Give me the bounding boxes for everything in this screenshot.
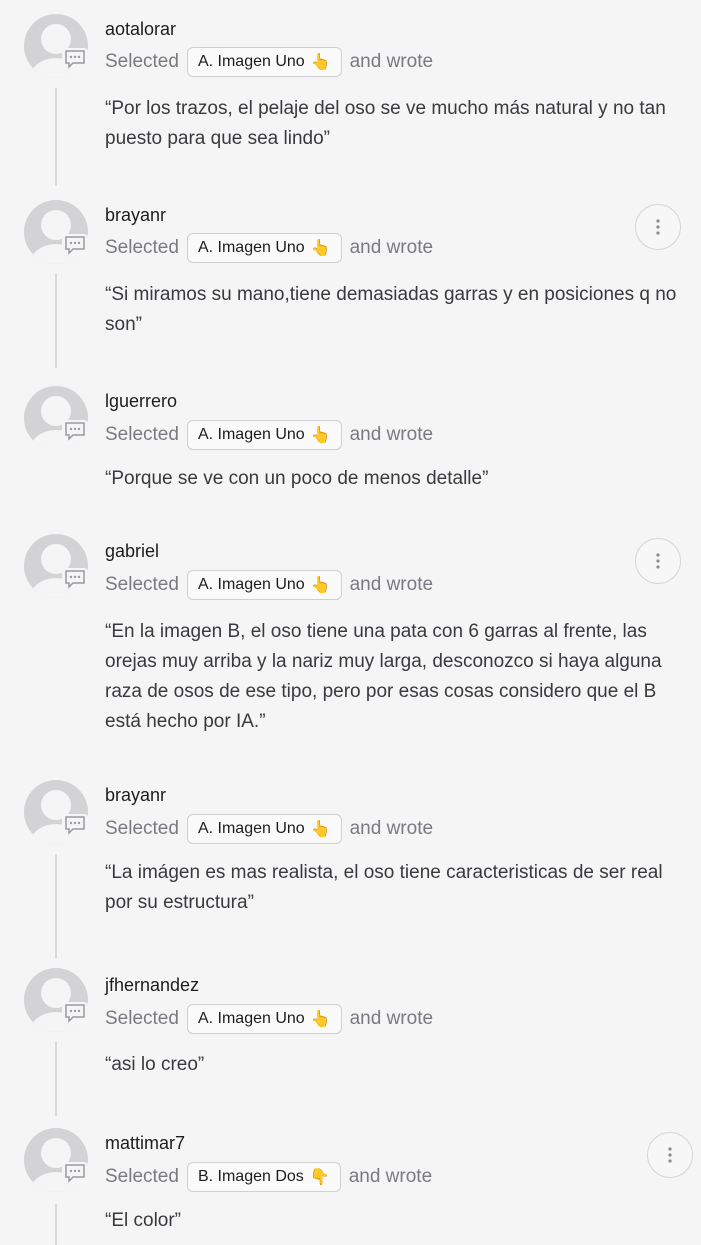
- pointing-up-hand-icon: 👆: [310, 54, 331, 71]
- comment-text: “Por los trazos, el pelaje del oso se ve…: [105, 98, 666, 149]
- thread-line: [55, 854, 57, 958]
- thread-line: [55, 88, 57, 186]
- selected-label: Selected: [105, 424, 179, 445]
- choice-chip[interactable]: A. Imagen Uno 👆: [186, 1004, 342, 1034]
- username[interactable]: aotalorar: [105, 18, 176, 40]
- avatar[interactable]: [24, 1128, 88, 1192]
- avatar[interactable]: [24, 968, 88, 1032]
- comment-bubble-icon: [62, 420, 88, 442]
- selection-row: Selected A. Imagen Uno 👆 and wrote: [105, 420, 433, 450]
- selected-label: Selected: [105, 1166, 179, 1187]
- thread-line: [55, 1042, 57, 1116]
- comment-entry: mattimar7 Selected B. Imagen Dos 👇 and wr…: [0, 1124, 701, 1245]
- wrote-label: and wrote: [349, 574, 434, 595]
- vertical-ellipsis-icon: [656, 219, 660, 235]
- comment-entry: jfhernandez Selected A. Imagen Uno 👆 and …: [0, 966, 701, 1116]
- selection-row: Selected A. Imagen Uno 👆 and wrote: [105, 814, 433, 844]
- wrote-label: and wrote: [349, 1008, 434, 1029]
- choice-chip[interactable]: A. Imagen Uno 👆: [186, 47, 342, 77]
- comment-bubble-icon: [62, 568, 88, 590]
- pointing-up-hand-icon: 👆: [310, 240, 331, 257]
- comment-text: “En la imagen B, el oso tiene una pata c…: [105, 621, 662, 732]
- comment-entry: lguerrero Selected A. Imagen Uno 👆 and wr…: [0, 384, 701, 519]
- pointing-up-hand-icon: 👆: [310, 821, 331, 838]
- choice-chip[interactable]: A. Imagen Uno 👆: [186, 420, 342, 450]
- avatar[interactable]: [24, 14, 88, 78]
- vertical-ellipsis-icon: [656, 553, 660, 569]
- avatar[interactable]: [24, 386, 88, 450]
- comment-text: “Porque se ve con un poco de menos detal…: [105, 468, 489, 489]
- pointing-up-hand-icon: 👆: [310, 1011, 331, 1028]
- comment-text: “Si miramos su mano,tiene demasiadas gar…: [105, 284, 677, 335]
- pointing-up-hand-icon: 👆: [310, 577, 331, 594]
- comment-bubble-icon: [62, 1162, 88, 1184]
- comment-entry: brayanr Selected A. Imagen Uno 👆 and wrot…: [0, 196, 701, 374]
- more-options-button[interactable]: [647, 1132, 693, 1178]
- comment-bubble-icon: [62, 48, 88, 70]
- username[interactable]: brayanr: [105, 784, 166, 806]
- choice-chip[interactable]: A. Imagen Uno 👆: [186, 233, 342, 263]
- username[interactable]: lguerrero: [105, 390, 177, 412]
- wrote-label: and wrote: [348, 1166, 433, 1187]
- selection-row: Selected A. Imagen Uno 👆 and wrote: [105, 233, 433, 263]
- selected-label: Selected: [105, 818, 179, 839]
- avatar[interactable]: [24, 200, 88, 264]
- wrote-label: and wrote: [349, 424, 434, 445]
- thread-line: [55, 274, 57, 368]
- comment-text: “La imágen es mas realista, el oso tiene…: [105, 862, 663, 913]
- more-options-button[interactable]: [635, 538, 681, 584]
- avatar[interactable]: [24, 780, 88, 844]
- selection-row: Selected B. Imagen Dos 👇 and wrote: [105, 1162, 432, 1192]
- wrote-label: and wrote: [349, 237, 434, 258]
- selected-label: Selected: [105, 51, 179, 72]
- more-options-button[interactable]: [635, 204, 681, 250]
- choice-chip[interactable]: A. Imagen Uno 👆: [186, 814, 342, 844]
- selected-label: Selected: [105, 574, 179, 595]
- pointing-up-hand-icon: 👆: [310, 427, 331, 444]
- selection-row: Selected A. Imagen Uno 👆 and wrote: [105, 1004, 433, 1034]
- comment-entry: gabriel Selected A. Imagen Uno 👆 and wrot…: [0, 530, 701, 770]
- selected-label: Selected: [105, 1008, 179, 1029]
- pointing-down-hand-icon: 👇: [309, 1169, 330, 1186]
- selected-label: Selected: [105, 237, 179, 258]
- comment-entry: aotalorar Selected A. Imagen Uno 👆 and wr…: [0, 0, 701, 186]
- choice-chip[interactable]: A. Imagen Uno 👆: [186, 570, 342, 600]
- comment-bubble-icon: [62, 1002, 88, 1024]
- vertical-ellipsis-icon: [668, 1147, 672, 1163]
- comment-bubble-icon: [62, 234, 88, 256]
- selection-row: Selected A. Imagen Uno 👆 and wrote: [105, 570, 433, 600]
- thread-line: [55, 1204, 57, 1245]
- comment-text: “El color”: [105, 1210, 182, 1231]
- choice-chip[interactable]: B. Imagen Dos 👇: [186, 1162, 341, 1192]
- username[interactable]: jfhernandez: [105, 974, 199, 996]
- username[interactable]: mattimar7: [105, 1132, 185, 1154]
- comment-bubble-icon: [62, 814, 88, 836]
- comment-entry: brayanr Selected A. Imagen Uno 👆 and wrot…: [0, 778, 701, 958]
- username[interactable]: gabriel: [105, 540, 159, 562]
- wrote-label: and wrote: [349, 51, 434, 72]
- username[interactable]: brayanr: [105, 204, 166, 226]
- avatar[interactable]: [24, 534, 88, 598]
- wrote-label: and wrote: [349, 818, 434, 839]
- comment-text: “asi lo creo”: [105, 1054, 205, 1075]
- selection-row: Selected A. Imagen Uno 👆 and wrote: [105, 47, 433, 77]
